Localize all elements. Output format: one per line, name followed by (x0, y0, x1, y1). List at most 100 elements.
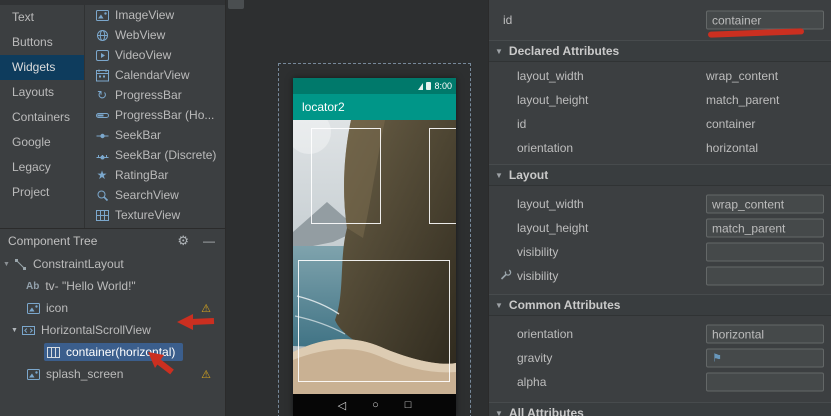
preview-image (293, 120, 456, 394)
component-tree-header: Component Tree ⚙ — (0, 229, 225, 253)
alpha-input[interactable] (706, 373, 824, 392)
progressbar-horizontal-icon (95, 109, 109, 122)
palette-category-google[interactable]: Google (0, 130, 84, 155)
palette-item-label: ImageView (115, 8, 174, 22)
palette-category-legacy[interactable]: Legacy (0, 155, 84, 180)
attr-label: layout_height (517, 93, 588, 107)
palette-item-webview[interactable]: WebView (85, 25, 225, 45)
flag-icon[interactable]: ⚑ (712, 352, 722, 365)
tree-item-splash-screen[interactable]: splash_screen ⚠ (0, 363, 225, 385)
nav-back-icon: ◁ (338, 399, 346, 412)
phone-preview[interactable]: 8:00 locator2 (293, 78, 456, 416)
phone-app-bar: locator2 (293, 94, 456, 120)
layout-height-input[interactable]: match_parent (706, 219, 824, 238)
tree-selection: container(horizontal) (44, 343, 183, 361)
gravity-input[interactable]: ⚑ (706, 349, 824, 368)
section-layout[interactable]: ▼ Layout (489, 164, 831, 186)
attr-label: visibility (517, 269, 558, 283)
tree-item-label: ConstraintLayout (33, 257, 124, 271)
id-input[interactable]: container (706, 11, 824, 30)
calendarview-icon (95, 69, 109, 82)
palette-item-calendarview[interactable]: CalendarView (85, 65, 225, 85)
palette-item-videoview[interactable]: VideoView (85, 45, 225, 65)
attr-row: layout_width wrap_content (489, 64, 831, 88)
imageview-icon (26, 302, 40, 315)
section-common-attributes[interactable]: ▼ Common Attributes (489, 294, 831, 316)
chevron-down-icon: ▼ (495, 409, 503, 416)
tree-item-icon[interactable]: icon ⚠ (0, 297, 225, 319)
minimize-icon[interactable]: — (203, 234, 215, 248)
view-bounds-overlay (298, 260, 450, 382)
palette-category-containers[interactable]: Containers (0, 105, 84, 130)
palette-item-searchview[interactable]: SearchView (85, 185, 225, 205)
imageview-icon (26, 368, 40, 381)
palette-category-buttons[interactable]: Buttons (0, 30, 84, 55)
seekbar-discrete-icon (95, 149, 109, 162)
palette-item-label: TextureView (115, 208, 180, 222)
section-all-attributes[interactable]: ▼ All Attributes (489, 402, 831, 416)
design-tab (228, 0, 244, 9)
palette-category-widgets[interactable]: Widgets (0, 55, 84, 80)
attr-label: id (503, 13, 512, 27)
seekbar-icon (95, 129, 109, 142)
webview-icon (95, 29, 109, 42)
attr-value[interactable]: container (706, 117, 824, 131)
palette-category-layouts[interactable]: Layouts (0, 80, 84, 105)
phone-nav-bar: ◁ ○ □ (293, 394, 456, 416)
section-title: Layout (509, 168, 548, 182)
palette-category-text[interactable]: Text (0, 5, 84, 30)
textview-icon: Ab (26, 281, 39, 292)
warning-icon[interactable]: ⚠ (201, 302, 211, 315)
phone-status-bar: 8:00 (293, 78, 456, 94)
palette-item-seekbar-discrete[interactable]: SeekBar (Discrete) (85, 145, 225, 165)
tree-item-constraintlayout[interactable]: ▼ ConstraintLayout (0, 253, 225, 275)
palette-item-label: RatingBar (115, 168, 168, 182)
palette-item-imageview[interactable]: ImageView (85, 5, 225, 25)
battery-icon (426, 82, 431, 90)
chevron-down-icon[interactable]: ▼ (11, 327, 21, 334)
attr-row: layout_height match_parent (489, 216, 831, 240)
tree-item-container[interactable]: container(horizontal) (0, 341, 225, 363)
palette-item-progressbar[interactable]: ↻ ProgressBar (85, 85, 225, 105)
component-tree-panel: Component Tree ⚙ — ▼ ConstraintLayout Ab… (0, 228, 225, 416)
attr-row: id container (489, 112, 831, 136)
attr-label: alpha (517, 375, 546, 389)
palette-widget-list: ImageView WebView VideoView CalendarView… (84, 5, 225, 228)
attr-label: gravity (517, 351, 552, 365)
constraintlayout-icon (13, 258, 27, 271)
warning-icon[interactable]: ⚠ (201, 368, 211, 381)
design-surface[interactable]: 8:00 locator2 (225, 0, 488, 416)
palette-category-project[interactable]: Project (0, 180, 84, 205)
palette-item-seekbar[interactable]: SeekBar (85, 125, 225, 145)
gear-icon[interactable]: ⚙ (177, 233, 189, 249)
wrench-icon (500, 269, 512, 284)
attr-row: layout_width wrap_content (489, 192, 831, 216)
layout-width-input[interactable]: wrap_content (706, 195, 824, 214)
attr-label: id (517, 117, 526, 131)
attr-label: layout_width (517, 69, 584, 83)
section-declared-attributes[interactable]: ▼ Declared Attributes (489, 40, 831, 62)
visibility-input[interactable] (706, 243, 824, 262)
palette-item-ratingbar[interactable]: ★ RatingBar (85, 165, 225, 185)
orientation-input[interactable]: horizontal (706, 325, 824, 344)
attr-label: orientation (517, 141, 573, 155)
section-title: All Attributes (509, 406, 584, 416)
input-value: horizontal (712, 327, 764, 341)
attr-row-id: id container (489, 8, 831, 32)
palette-item-textureview[interactable]: TextureView (85, 205, 225, 225)
attr-label: layout_height (517, 221, 588, 235)
textureview-icon (95, 209, 109, 222)
attr-value[interactable]: horizontal (706, 141, 824, 155)
tree-item-textview[interactable]: Ab tv- "Hello World!" (0, 275, 225, 297)
tools-visibility-input[interactable] (706, 267, 824, 286)
tree-item-label: tv- "Hello World!" (45, 279, 135, 293)
palette-item-progressbar-horizontal[interactable]: ProgressBar (Ho... (85, 105, 225, 125)
ratingbar-icon: ★ (95, 169, 109, 182)
attr-label: orientation (517, 327, 573, 341)
chevron-down-icon[interactable]: ▼ (3, 261, 13, 268)
tree-item-horizontalscrollview[interactable]: ▼ HorizontalScrollView (0, 319, 225, 341)
attr-row: visibility (489, 240, 831, 264)
palette-item-label: WebView (115, 28, 165, 42)
attr-value[interactable]: match_parent (706, 93, 824, 107)
attr-value[interactable]: wrap_content (706, 69, 824, 83)
